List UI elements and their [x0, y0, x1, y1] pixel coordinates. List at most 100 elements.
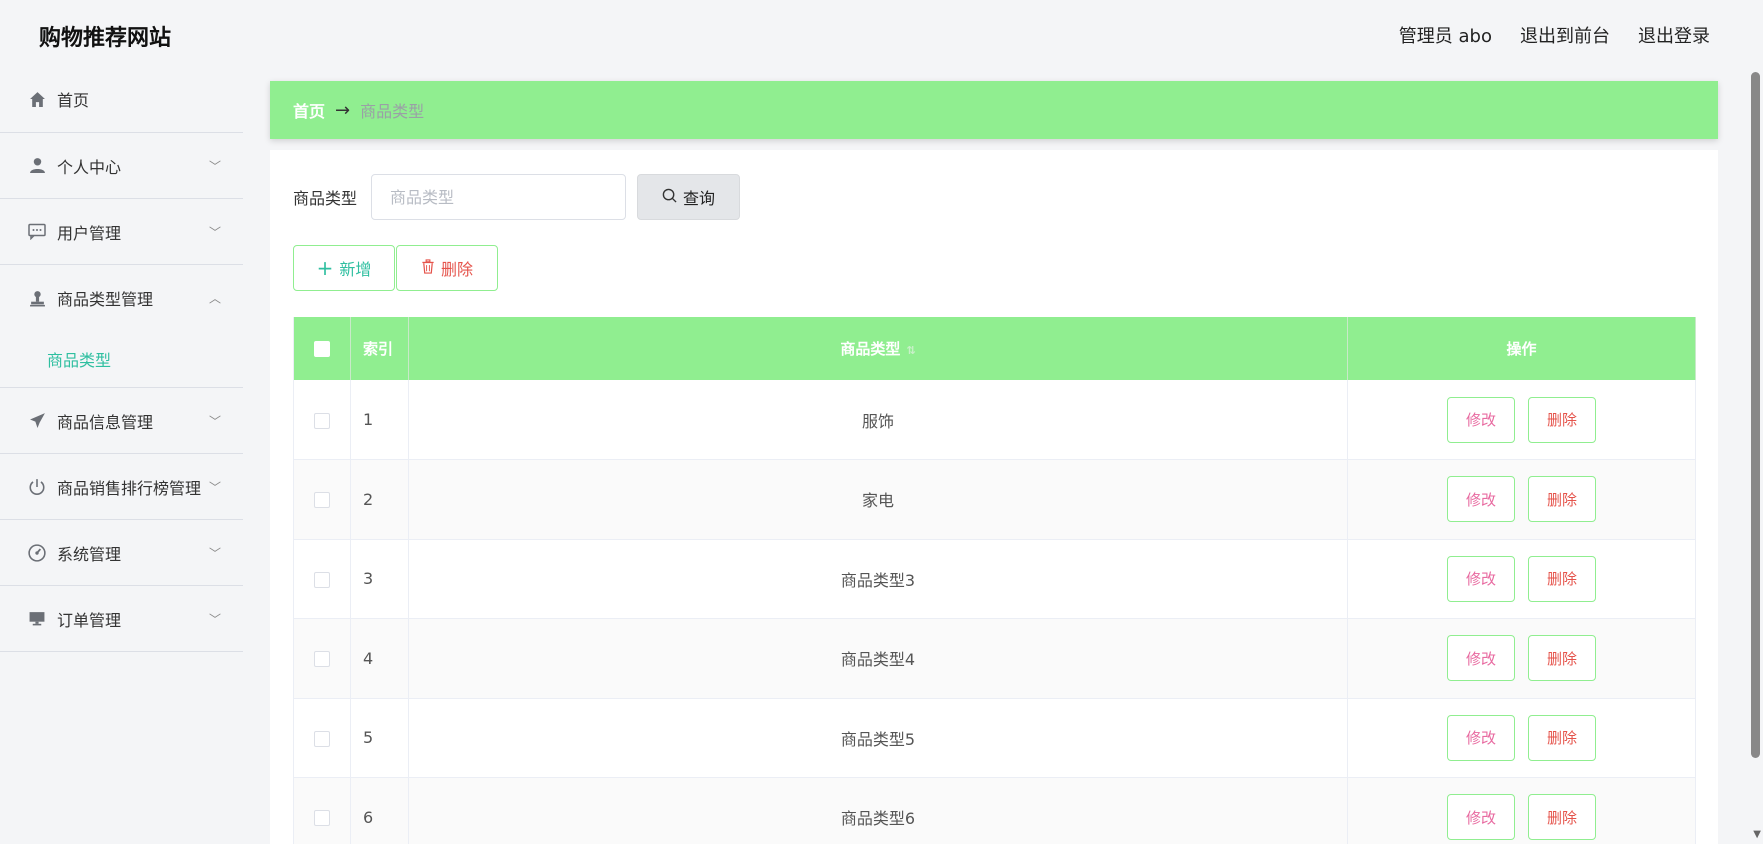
row-checkbox[interactable] [314, 571, 330, 588]
sidebar-item-product-info-mgmt[interactable]: 商品信息管理 ﹀ [0, 388, 243, 454]
column-header-type[interactable]: 商品类型 ⇅ [408, 317, 1348, 380]
trash-icon [421, 258, 435, 278]
delete-button[interactable]: 删除 [1528, 794, 1597, 841]
site-brand: 购物推荐网站 [39, 26, 172, 51]
gauge-icon [28, 543, 46, 562]
column-header-type-label: 商品类型 [840, 340, 901, 358]
sidebar: 首页 个人中心 ﹀ 用户管理 ﹀ 商品类型管理 ︿ 商品类型 商品信息管理 ﹀ … [0, 66, 243, 844]
logout-link[interactable]: 退出登录 [1638, 22, 1710, 48]
row-actions: 修改 删除 [1347, 539, 1696, 619]
row-actions: 修改 删除 [1347, 459, 1696, 539]
chat-icon [28, 223, 46, 241]
delete-button[interactable]: 删除 [1528, 555, 1597, 602]
column-header-actions: 操作 [1347, 317, 1696, 380]
delete-button[interactable]: 删除 [1528, 635, 1597, 682]
arrow-right-icon: → [335, 99, 351, 121]
select-all-checkbox[interactable] [314, 341, 330, 357]
sidebar-item-label: 商品信息管理 [57, 412, 154, 432]
delete-button[interactable]: 删除 [1528, 476, 1597, 523]
page-scrollbar[interactable]: ▼ [1748, 66, 1763, 844]
table-row: 1 服饰 修改 删除 [293, 380, 1696, 460]
sidebar-item-system-mgmt[interactable]: 系统管理 ﹀ [0, 520, 243, 586]
edit-button[interactable]: 修改 [1446, 794, 1515, 841]
search-label: 商品类型 [293, 189, 358, 208]
exit-to-front-link[interactable]: 退出到前台 [1520, 22, 1610, 48]
add-button[interactable]: + 新增 [293, 245, 395, 291]
row-select-cell [293, 459, 351, 539]
table-header-row: 索引 商品类型 ⇅ 操作 [293, 317, 1696, 380]
row-actions: 修改 删除 [1347, 380, 1696, 460]
row-product-type: 商品类型6 [408, 777, 1348, 844]
chevron-down-icon: ﹀ [208, 414, 221, 428]
row-index: 5 [350, 698, 409, 778]
search-bar: 商品类型 查询 [293, 174, 741, 220]
monitor-icon [28, 610, 46, 628]
breadcrumb-home[interactable]: 首页 [293, 98, 325, 122]
edit-button[interactable]: 修改 [1446, 635, 1515, 682]
table-row: 6 商品类型6 修改 删除 [293, 777, 1696, 844]
sidebar-item-label: 用户管理 [57, 223, 122, 243]
sidebar-subitem-product-type[interactable]: 商品类型 [0, 331, 243, 388]
row-product-type: 服饰 [408, 380, 1348, 460]
delete-button[interactable]: 删除 [1528, 396, 1597, 443]
row-product-type: 商品类型5 [408, 698, 1348, 778]
power-icon [28, 478, 46, 496]
edit-button[interactable]: 修改 [1446, 396, 1515, 443]
row-select-cell [293, 539, 351, 619]
sidebar-item-product-type-mgmt[interactable]: 商品类型管理 ︿ [0, 265, 243, 331]
row-checkbox[interactable] [314, 412, 330, 429]
row-index: 3 [350, 539, 409, 619]
row-checkbox[interactable] [314, 492, 330, 509]
sidebar-item-users[interactable]: 用户管理 ﹀ [0, 199, 243, 265]
data-table: 索引 商品类型 ⇅ 操作 1 服饰 修改 删除 2 家电 修改 删除 3 商品类型… [293, 317, 1696, 844]
chevron-down-icon: ﹀ [208, 546, 221, 560]
column-header-index: 索引 [350, 317, 409, 380]
search-icon [662, 188, 677, 207]
batch-delete-button[interactable]: 删除 [396, 245, 498, 291]
sort-icon[interactable]: ⇅ [906, 344, 915, 357]
sidebar-item-sales-ranking-mgmt[interactable]: 商品销售排行榜管理 ﹀ [0, 454, 243, 520]
breadcrumb: 首页 → 商品类型 [270, 81, 1718, 139]
delete-button[interactable]: 删除 [1528, 714, 1597, 761]
plus-icon: + [316, 256, 334, 280]
row-checkbox[interactable] [314, 730, 330, 747]
edit-button[interactable]: 修改 [1446, 476, 1515, 523]
header-actions: 管理员 abo 退出到前台 退出登录 [1399, 22, 1710, 48]
sidebar-item-order-mgmt[interactable]: 订单管理 ﹀ [0, 586, 243, 652]
add-button-label: 新增 [339, 260, 372, 279]
row-index: 2 [350, 459, 409, 539]
row-select-cell [293, 618, 351, 698]
row-product-type: 商品类型4 [408, 618, 1348, 698]
scroll-down-arrow-icon[interactable]: ▼ [1753, 829, 1761, 840]
send-icon [28, 412, 46, 430]
row-index: 1 [350, 380, 409, 460]
edit-button[interactable]: 修改 [1446, 555, 1515, 602]
sidebar-item-label: 商品类型管理 [57, 290, 154, 309]
row-product-type: 商品类型3 [408, 539, 1348, 619]
top-header: 购物推荐网站 管理员 abo 退出到前台 退出登录 [0, 0, 1763, 70]
sidebar-item-label: 订单管理 [57, 610, 122, 630]
chevron-down-icon: ﹀ [208, 480, 221, 494]
scrollbar-thumb[interactable] [1751, 72, 1760, 758]
chevron-down-icon: ﹀ [208, 612, 221, 626]
stamp-icon [28, 289, 46, 307]
table-row: 5 商品类型5 修改 删除 [293, 698, 1696, 778]
action-bar: + 新增 删除 [293, 245, 498, 291]
sidebar-item-home[interactable]: 首页 [0, 66, 243, 133]
row-index: 6 [350, 777, 409, 844]
edit-button[interactable]: 修改 [1446, 714, 1515, 761]
query-button[interactable]: 查询 [637, 174, 741, 220]
chevron-down-icon: ﹀ [208, 225, 221, 239]
row-select-cell [293, 380, 351, 460]
chevron-up-icon: ︿ [208, 291, 221, 306]
table-row: 3 商品类型3 修改 删除 [293, 539, 1696, 619]
search-input[interactable] [371, 174, 627, 220]
main-content: 商品类型 查询 + 新增 删除 [270, 150, 1718, 844]
sidebar-item-profile[interactable]: 个人中心 ﹀ [0, 133, 243, 199]
row-checkbox[interactable] [314, 810, 330, 827]
row-select-cell [293, 698, 351, 778]
row-checkbox[interactable] [314, 651, 330, 668]
row-actions: 修改 删除 [1347, 698, 1696, 778]
row-index: 4 [350, 618, 409, 698]
row-select-cell [293, 777, 351, 844]
